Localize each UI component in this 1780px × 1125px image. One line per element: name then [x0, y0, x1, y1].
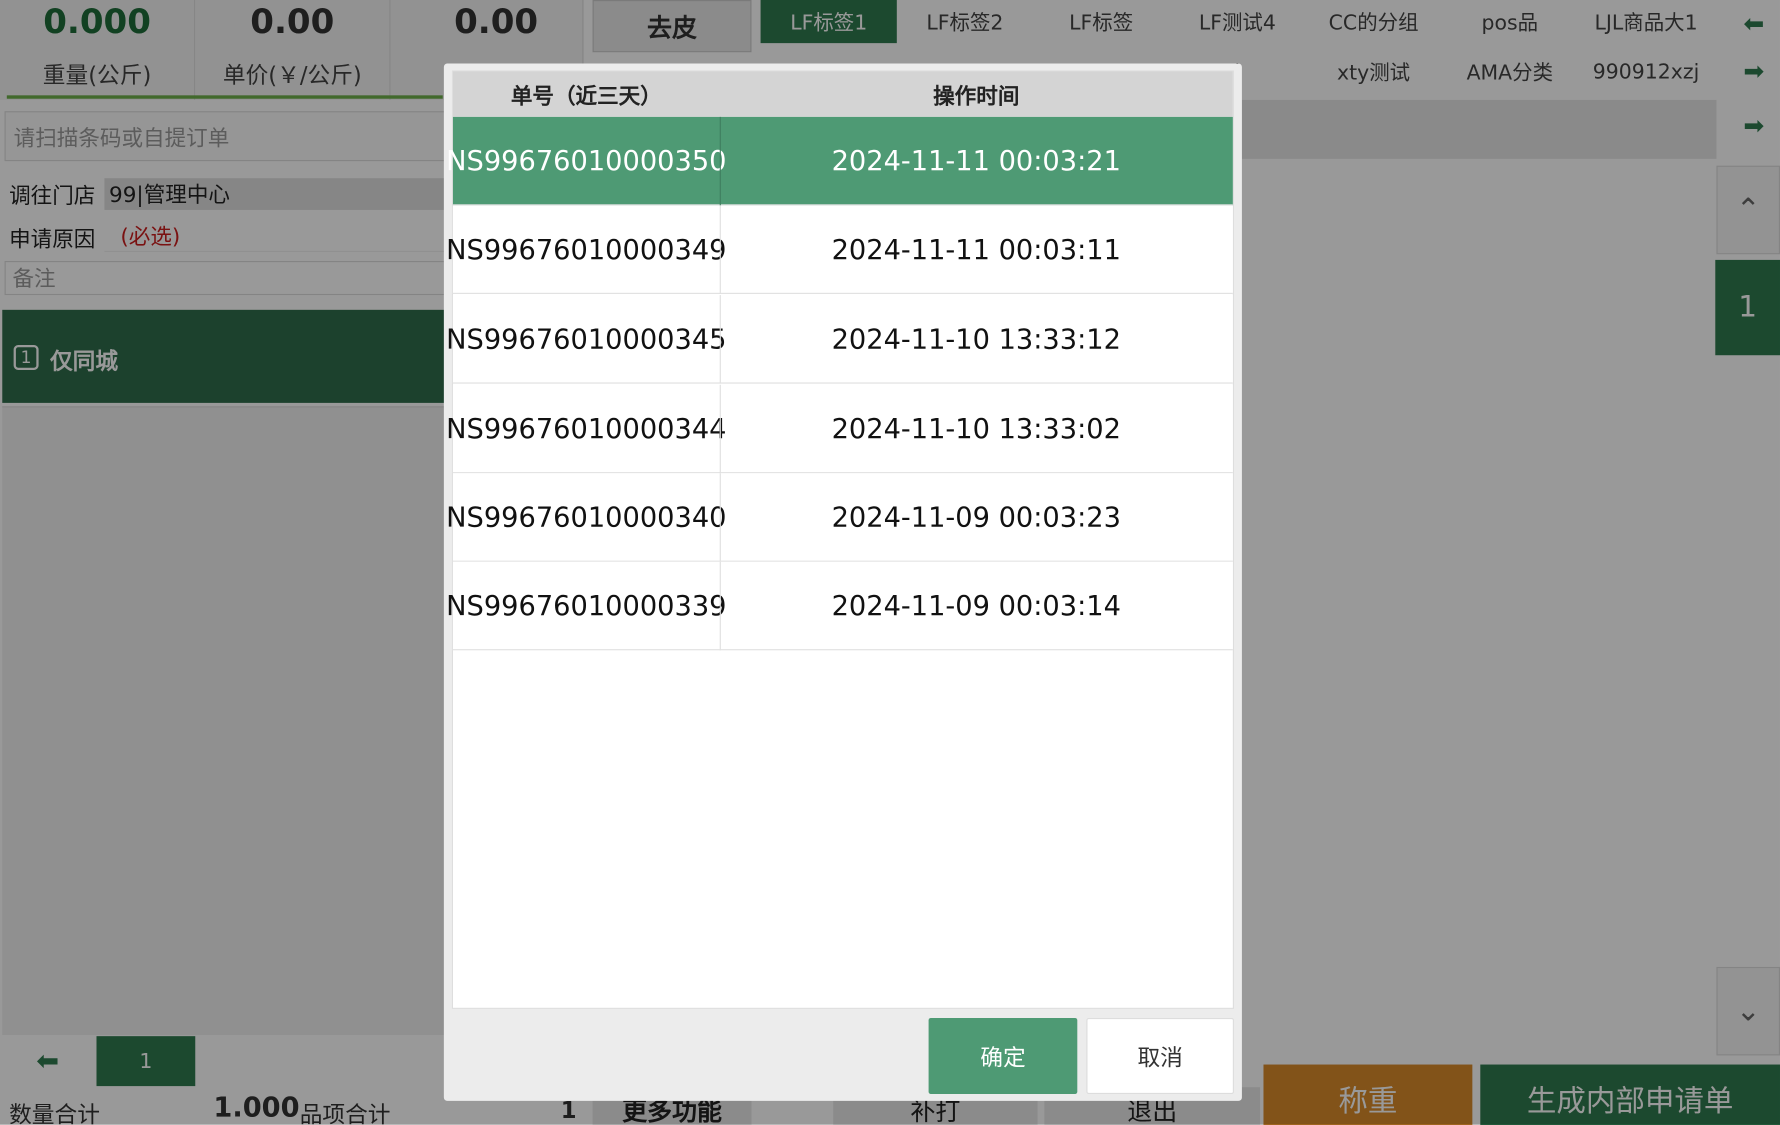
order-number-cell: NS99676010000345 [446, 323, 727, 356]
operation-time-cell: 2024-11-11 00:03:21 [831, 145, 1121, 178]
col-header-order: 单号（近三天） [510, 83, 662, 109]
table-row[interactable]: NS99676010000339 2024-11-09 00:03:14 [446, 561, 1233, 651]
cancel-button[interactable]: 取消 [1086, 1018, 1234, 1095]
table-row[interactable]: NS99676010000350 2024-11-11 00:03:21 [446, 116, 1233, 206]
operation-time-cell: 2024-11-09 00:03:14 [831, 590, 1121, 622]
table-row[interactable]: NS99676010000345 2024-11-10 13:33:12 [446, 295, 1233, 384]
operation-time-cell: 2024-11-10 13:33:12 [831, 323, 1121, 356]
operation-time-cell: 2024-11-10 13:33:02 [831, 413, 1121, 445]
table-row[interactable]: NS99676010000340 2024-11-09 00:03:23 [446, 473, 1233, 562]
order-table-header: 单号（近三天） 操作时间 [452, 71, 1233, 117]
confirm-button[interactable]: 确定 [928, 1018, 1078, 1095]
table-row[interactable]: NS99676010000349 2024-11-11 00:03:11 [446, 205, 1233, 294]
operation-time-cell: 2024-11-09 00:03:23 [831, 501, 1121, 534]
order-number-cell: NS99676010000350 [446, 145, 727, 178]
order-number-cell: NS99676010000339 [446, 590, 727, 622]
table-row[interactable]: NS99676010000344 2024-11-10 13:33:02 [446, 384, 1233, 474]
order-number-cell: NS99676010000344 [446, 413, 727, 445]
order-number-cell: NS99676010000340 [446, 501, 727, 534]
col-header-time: 操作时间 [933, 83, 1020, 109]
order-number-cell: NS99676010000349 [446, 233, 727, 266]
operation-time-cell: 2024-11-11 00:03:11 [831, 233, 1121, 266]
